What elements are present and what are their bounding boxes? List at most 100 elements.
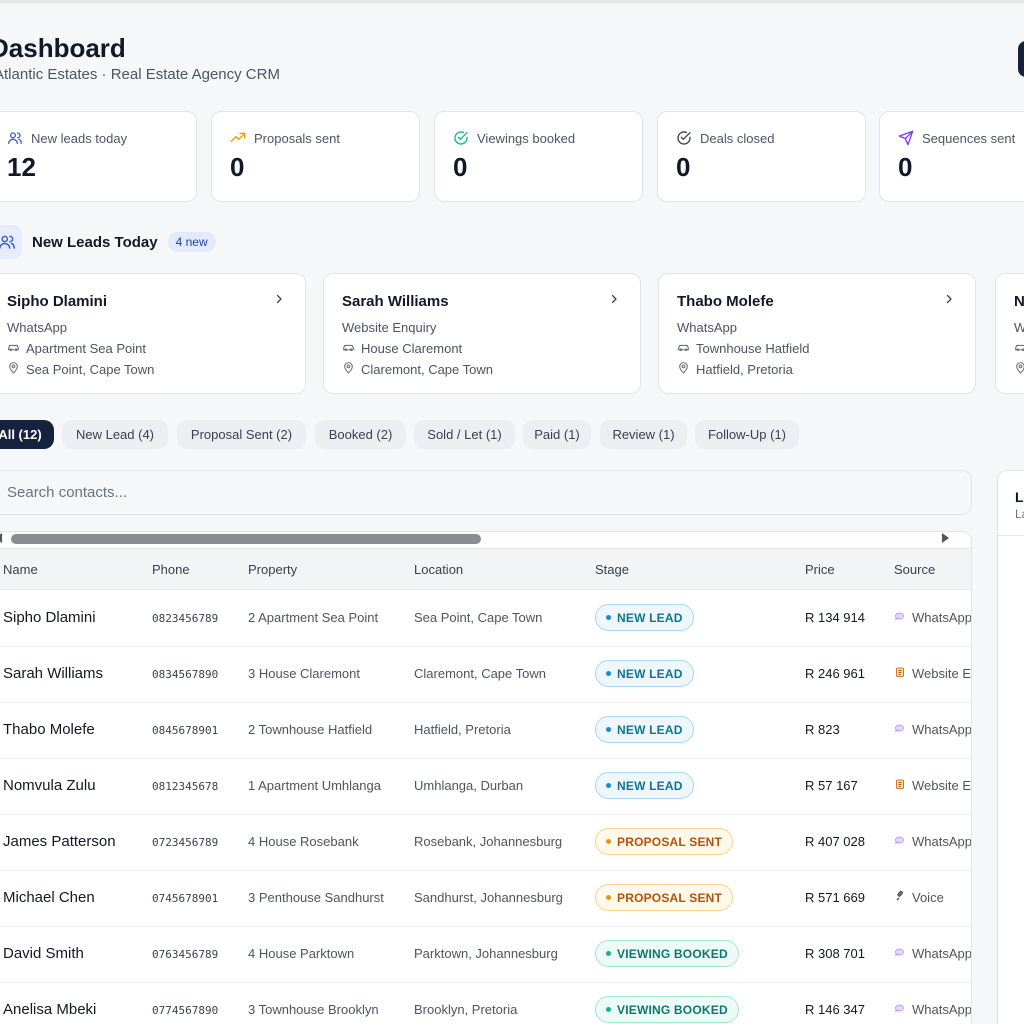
chat-bubble-icon bbox=[894, 722, 906, 737]
column-header[interactable]: Phone bbox=[152, 562, 190, 577]
contact-price: R 134 914 bbox=[805, 610, 865, 625]
chevron-right-icon[interactable] bbox=[273, 292, 285, 309]
contact-location: Rosebank, Johannesburg bbox=[414, 834, 563, 849]
column-header[interactable]: Name bbox=[3, 562, 38, 577]
chevron-right-icon[interactable] bbox=[608, 292, 620, 309]
chat-bubble-icon bbox=[894, 1002, 906, 1017]
stage-dot-icon bbox=[606, 839, 611, 844]
chevron-right-icon[interactable] bbox=[943, 292, 955, 309]
lead-card[interactable]: Thabo Molefe WhatsApp Townhouse Hatfield… bbox=[658, 273, 976, 394]
lead-location: Hatfield, Pretoria bbox=[677, 361, 793, 377]
contact-location: Claremont, Cape Town bbox=[414, 666, 546, 681]
contact-name: Nomvula Zulu bbox=[3, 777, 96, 794]
search-input[interactable] bbox=[0, 470, 972, 515]
contact-name: Thabo Molefe bbox=[3, 721, 95, 738]
new-leads-title: New Leads Today bbox=[32, 233, 158, 251]
contact-source: WhatsApp bbox=[894, 722, 972, 737]
stage-label: PROPOSAL SENT bbox=[617, 834, 723, 849]
contact-location: Sandhurst, Johannesburg bbox=[414, 890, 563, 905]
stat-label: Sequences sent bbox=[898, 130, 1015, 146]
users-icon bbox=[0, 225, 22, 259]
stage-badge: NEW LEAD bbox=[595, 716, 694, 743]
map-pin-icon bbox=[677, 361, 690, 377]
table-row[interactable]: James Patterson 0723456789 4 House Roseb… bbox=[0, 815, 971, 871]
trending-up-icon bbox=[230, 130, 246, 146]
lead-card[interactable]: Sarah Williams Website Enquiry House Cla… bbox=[323, 273, 641, 394]
filter-chip[interactable]: Follow-Up (1) bbox=[695, 420, 799, 449]
scrollbar-thumb[interactable] bbox=[11, 534, 481, 544]
lead-card[interactable]: Nomvula Zulu Website Enquiry Apartment U… bbox=[995, 273, 1024, 394]
stat-card: Proposals sent 0 bbox=[211, 111, 420, 202]
table-row[interactable]: Thabo Molefe 0845678901 2 Townhouse Hatf… bbox=[0, 703, 971, 759]
table-row[interactable]: Nomvula Zulu 0812345678 1 Apartment Umhl… bbox=[0, 759, 971, 815]
contact-source: WhatsApp bbox=[894, 610, 971, 625]
contact-phone: 0834567890 bbox=[152, 668, 219, 681]
table-row[interactable]: David Smith 0763456789 4 House Parktown … bbox=[0, 927, 971, 983]
filter-chip[interactable]: Proposal Sent (2) bbox=[177, 420, 306, 449]
stat-card: Viewings booked 0 bbox=[434, 111, 643, 202]
stage-label: VIEWING BOOKED bbox=[617, 946, 728, 961]
lead-property: Apartment Umhlanga bbox=[1014, 340, 1024, 356]
contact-phone: 0845678901 bbox=[152, 724, 219, 737]
car-icon bbox=[7, 340, 20, 356]
table-row[interactable]: Anelisa Mbeki 0774567890 3 Townhouse Bro… bbox=[0, 983, 971, 1024]
check-circle-icon bbox=[453, 130, 469, 146]
contact-source-text: WhatsApp bbox=[912, 722, 972, 737]
column-header[interactable]: Stage bbox=[595, 562, 629, 577]
stat-value: 0 bbox=[453, 152, 468, 182]
lead-location-text: Hatfield, Pretoria bbox=[696, 361, 793, 377]
column-header[interactable]: Location bbox=[414, 562, 463, 577]
contact-property: 2 Townhouse Hatfield bbox=[248, 722, 373, 737]
lead-location-text: Claremont, Cape Town bbox=[361, 361, 493, 377]
contact-source-text: WhatsApp bbox=[912, 946, 972, 961]
stage-badge: NEW LEAD bbox=[595, 660, 694, 687]
contact-location: Sea Point, Cape Town bbox=[414, 610, 543, 625]
stage-label: VIEWING BOOKED bbox=[617, 1002, 728, 1017]
contact-name: Sarah Williams bbox=[3, 665, 104, 682]
contact-source-text: Website Enquiry bbox=[912, 778, 972, 793]
contact-property: 4 House Parktown bbox=[248, 946, 355, 961]
header-action-button[interactable] bbox=[1018, 41, 1024, 77]
contact-source: Voice bbox=[894, 890, 944, 905]
filter-chip[interactable]: All (12) bbox=[0, 420, 54, 449]
filter-chip[interactable]: New Lead (4) bbox=[62, 420, 168, 449]
table-row[interactable]: Michael Chen 0745678901 3 Penthouse Sand… bbox=[0, 871, 971, 927]
contact-name: David Smith bbox=[3, 945, 84, 962]
side-panel: Li La bbox=[997, 470, 1024, 1024]
contact-location: Parktown, Johannesburg bbox=[414, 946, 558, 961]
dashboard-page: Dashboard Atlantic Estates · Real Estate… bbox=[0, 3, 1024, 1024]
contact-source: Website Enquiry bbox=[894, 778, 972, 793]
table-row[interactable]: Sipho Dlamini 0823456789 2 Apartment Sea… bbox=[0, 591, 971, 647]
clipboard-icon bbox=[894, 666, 906, 681]
chat-bubble-icon bbox=[894, 610, 906, 625]
contact-price: R 823 bbox=[805, 722, 840, 737]
table-header: Name Phone Property Location Stage Price Sourc… bbox=[0, 548, 971, 590]
column-header[interactable]: Source bbox=[894, 562, 935, 577]
table-row[interactable]: Sarah Williams 0834567890 3 House Clarem… bbox=[0, 647, 971, 703]
car-icon bbox=[1014, 340, 1024, 356]
filter-chip[interactable]: Review (1) bbox=[600, 420, 687, 449]
stat-card: New leads today 12 bbox=[0, 111, 197, 202]
page-title: Dashboard bbox=[0, 33, 126, 63]
column-header[interactable]: Price bbox=[805, 562, 835, 577]
stage-badge: PROPOSAL SENT bbox=[595, 828, 734, 855]
stat-label-text: Sequences sent bbox=[922, 130, 1016, 146]
clipboard-icon bbox=[894, 778, 906, 793]
column-header[interactable]: Property bbox=[248, 562, 297, 577]
filter-chip[interactable]: Booked (2) bbox=[315, 420, 406, 449]
horizontal-scrollbar[interactable] bbox=[0, 532, 971, 548]
new-leads-badge: 4 new bbox=[167, 232, 216, 252]
filter-chip[interactable]: Paid (1) bbox=[523, 420, 591, 449]
stage-dot-icon bbox=[606, 615, 611, 620]
lead-location: Umhlanga, Durban bbox=[1014, 361, 1024, 377]
contact-property: 3 Townhouse Brooklyn bbox=[248, 1002, 379, 1017]
side-panel-divider bbox=[998, 535, 1024, 536]
contact-phone: 0823456789 bbox=[152, 612, 219, 625]
lead-card[interactable]: Sipho Dlamini WhatsApp Apartment Sea Poi… bbox=[0, 273, 306, 394]
side-panel-subtitle: La bbox=[1015, 507, 1024, 521]
contact-price: R 146 347 bbox=[805, 1002, 865, 1017]
scroll-left-icon[interactable] bbox=[0, 533, 2, 543]
contact-source-text: WhatsApp bbox=[912, 834, 972, 849]
filter-chip[interactable]: Sold / Let (1) bbox=[414, 420, 515, 449]
scroll-right-icon[interactable] bbox=[942, 533, 949, 543]
